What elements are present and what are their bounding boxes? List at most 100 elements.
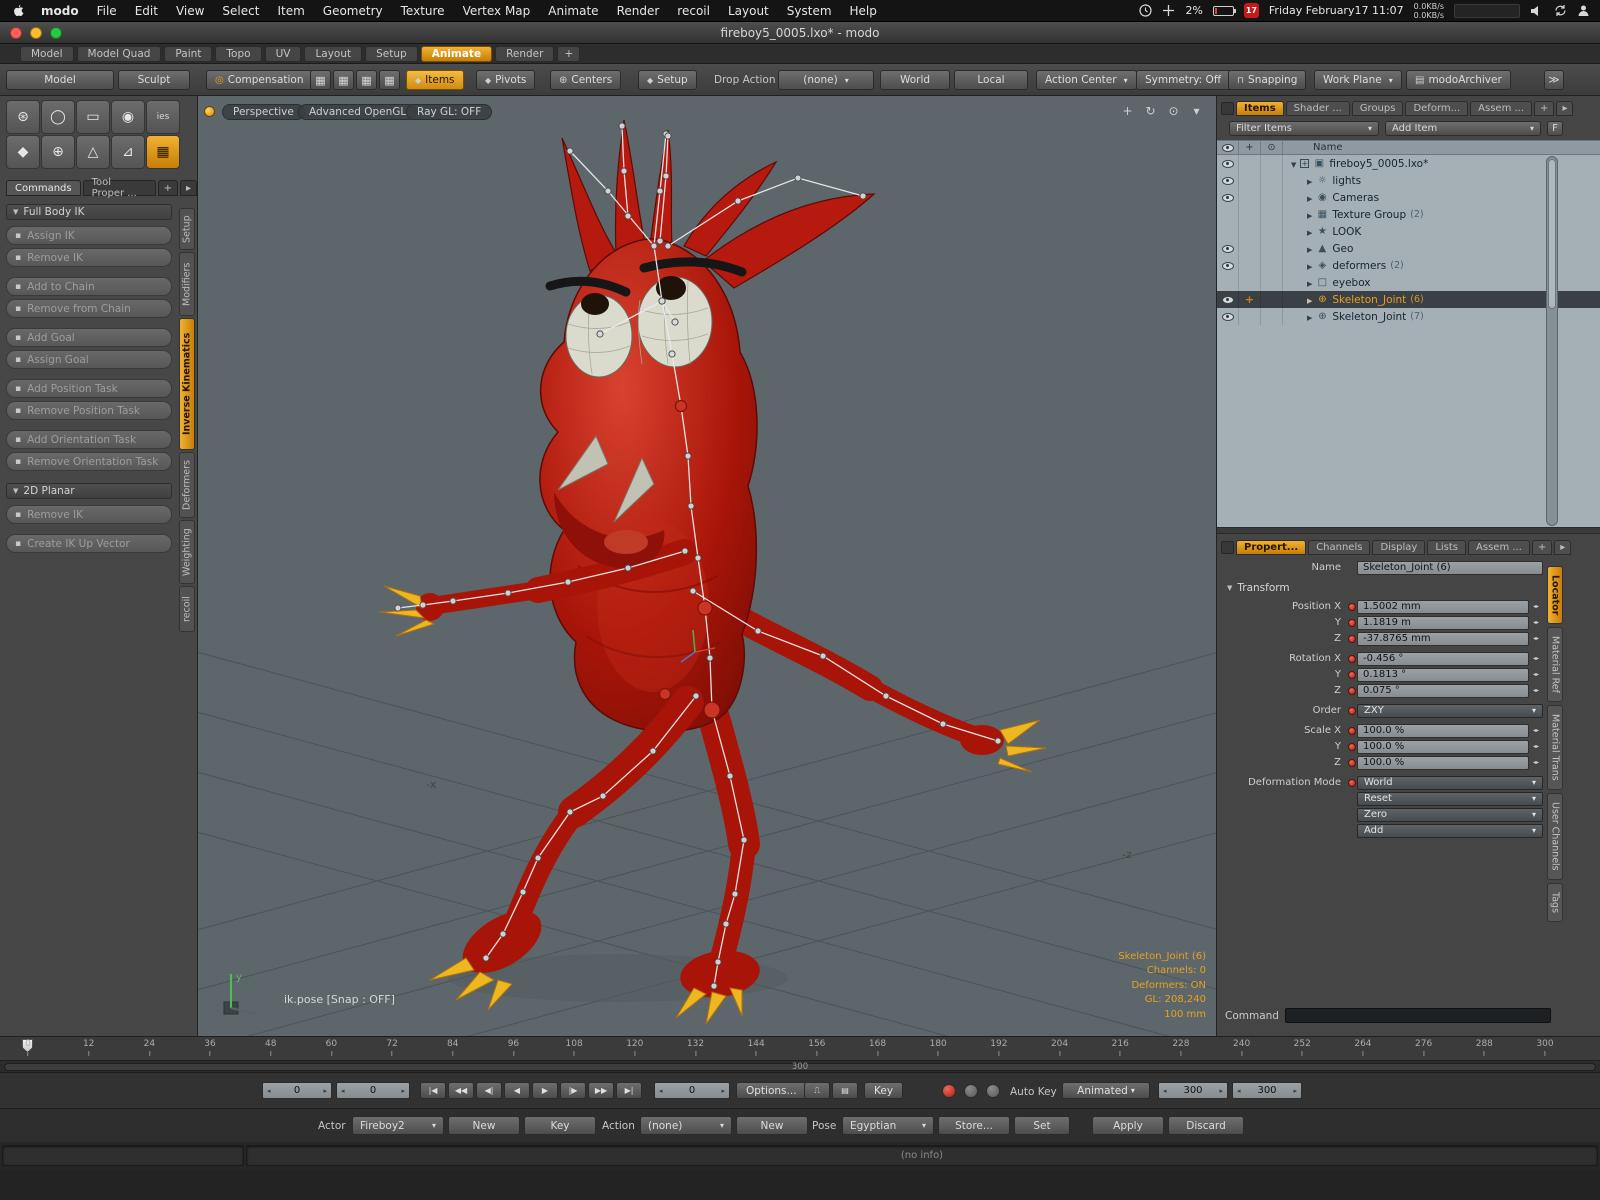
filter-button[interactable]: F [1547, 121, 1563, 136]
name-column-header[interactable]: Name [1283, 142, 1343, 153]
zero-dropdown[interactable]: Zero [1357, 807, 1543, 822]
remove-orientation-task-button[interactable]: Remove Orientation Task [6, 452, 172, 471]
cube-tool-icon[interactable] [310, 70, 331, 90]
item-row-look[interactable]: LOOK [1217, 223, 1600, 240]
setup-mode-button[interactable]: Setup [638, 70, 697, 90]
add-goal-button[interactable]: Add Goal [6, 328, 172, 347]
assign-goal-button[interactable]: Assign Goal [6, 350, 172, 369]
item-name-field[interactable]: Skeleton_Joint (6) [1357, 560, 1543, 575]
menu-animate[interactable]: Animate [539, 0, 607, 22]
scale-z-field[interactable]: 100.0 % [1357, 755, 1529, 770]
prev-frame-button[interactable]: ◀| [476, 1082, 502, 1099]
vtab-user-channels[interactable]: User Channels [1547, 793, 1563, 880]
tab-overflow-button[interactable]: ▸ [1556, 101, 1574, 116]
crosshair-icon[interactable] [1162, 4, 1175, 17]
channel-dot-icon[interactable] [1348, 654, 1356, 663]
command-input[interactable] [1284, 1008, 1551, 1023]
add-to-chain-button[interactable]: Add to Chain [6, 277, 172, 296]
tool-eraser-icon[interactable]: ▭ [76, 100, 110, 134]
transform-section-header[interactable]: Transform [1227, 580, 1577, 595]
options-button[interactable]: Options... [736, 1082, 807, 1099]
tab-channels[interactable]: Channels [1308, 540, 1371, 555]
store-pose-button[interactable]: Store... [938, 1116, 1010, 1135]
expander-icon[interactable] [1307, 294, 1312, 306]
work-plane-dropdown[interactable]: Work Plane [1314, 70, 1402, 90]
key-position-toggle-icon[interactable] [942, 1084, 956, 1098]
menu-recoil[interactable]: recoil [668, 0, 719, 22]
spinner-icon[interactable]: ◂▸ [1529, 740, 1543, 754]
tab-items[interactable]: Items [1236, 101, 1284, 116]
visibility-icon[interactable] [1221, 176, 1234, 185]
tool-gem-icon[interactable]: ◆ [6, 135, 40, 169]
tab-add-panel-button[interactable]: + [157, 180, 178, 196]
end-frame-field[interactable]: ◂ 300 ▸ [1158, 1082, 1228, 1099]
vtab-setup[interactable]: Setup [179, 208, 195, 250]
timeline-tick[interactable]: 300 [1536, 1039, 1554, 1056]
create-ik-up-vector-button[interactable]: Create IK Up Vector [6, 534, 172, 553]
timeline-ruler[interactable]: 0 12 24 36 48 60 72 84 96 108 120 132 144 156 168 180 19… [0, 1036, 1600, 1060]
filter-items-dropdown[interactable]: Filter Items [1229, 121, 1379, 136]
key-scale-toggle-icon[interactable] [986, 1084, 1000, 1098]
visibility-icon[interactable] [1221, 261, 1234, 270]
expander-icon[interactable] [1291, 158, 1296, 170]
minimize-button[interactable] [30, 27, 42, 39]
visibility-icon[interactable] [1221, 244, 1234, 253]
item-row-geo[interactable]: Geo [1217, 240, 1600, 257]
timeline-tick[interactable]: 192 [990, 1039, 1007, 1056]
world-button[interactable]: World [880, 70, 950, 90]
zoom-icon[interactable]: ⊙ [1166, 104, 1181, 118]
add-position-task-button[interactable]: Add Position Task [6, 379, 172, 398]
remove-from-chain-button[interactable]: Remove from Chain [6, 299, 172, 318]
tool-axis-icon[interactable]: ⊕ [41, 135, 75, 169]
next-key-button[interactable]: ▶▶ [588, 1082, 614, 1099]
timeline-tick[interactable]: 288 [1476, 1039, 1493, 1056]
add-dropdown[interactable]: Add [1357, 823, 1543, 838]
go-end-button[interactable]: ▶| [616, 1082, 642, 1099]
spinner-icon[interactable]: ◂▸ [1529, 600, 1543, 614]
timeline-tick[interactable]: 156 [808, 1039, 825, 1056]
spinner-icon[interactable]: ◂▸ [1529, 724, 1543, 738]
timeline-tick[interactable]: 0 [25, 1039, 31, 1056]
menu-vertex-map[interactable]: Vertex Map [454, 0, 540, 22]
battery-icon[interactable] [1212, 5, 1236, 16]
viewport-3d[interactable]: -x -z Perspective Advanced OpenGL Ray GL… [198, 96, 1216, 1036]
cube-tool-icon[interactable] [356, 70, 377, 90]
menu-app[interactable]: modo [32, 0, 88, 22]
menu-item[interactable]: Item [268, 0, 313, 22]
channel-dot-icon[interactable] [1348, 618, 1356, 627]
auto-key-dropdown[interactable]: Animated [1062, 1082, 1150, 1099]
vtab-material-trans[interactable]: Material Trans [1547, 705, 1563, 791]
expander-icon[interactable] [1307, 209, 1312, 221]
rotation-z-field[interactable]: 0.075 ° [1357, 683, 1529, 698]
cube-tool-icon[interactable] [333, 70, 354, 90]
key-actor-button[interactable]: Key [524, 1116, 596, 1135]
remove-ik-2d-button[interactable]: Remove IK [6, 505, 172, 524]
timeline-tick[interactable]: 24 [144, 1039, 155, 1056]
titlebar[interactable]: fireboy5_0005.lxo* - modo [0, 22, 1600, 44]
timeline-tick[interactable]: 60 [326, 1039, 337, 1056]
viewport-mode-icon[interactable] [204, 106, 215, 117]
zoom-button[interactable] [50, 27, 62, 39]
vtab-deformers[interactable]: Deformers [179, 452, 195, 518]
position-x-field[interactable]: 1.5002 mm [1357, 599, 1529, 614]
tab-properties[interactable]: Propert... [1236, 540, 1307, 555]
mid-frame-field[interactable]: ◂ 0 ▸ [654, 1082, 730, 1099]
perspective-button[interactable]: Perspective [222, 104, 305, 120]
remove-ik-button[interactable]: Remove IK [6, 248, 172, 267]
expander-icon[interactable] [1307, 260, 1312, 272]
item-row-cameras[interactable]: Cameras [1217, 189, 1600, 206]
action-dropdown[interactable]: (none) [640, 1116, 732, 1135]
timeline-tick[interactable]: 168 [869, 1039, 886, 1056]
expander-icon[interactable] [1307, 243, 1312, 255]
add-orientation-task-button[interactable]: Add Orientation Task [6, 430, 172, 449]
set-pose-button[interactable]: Set [1014, 1116, 1070, 1135]
timeline-tick[interactable]: 12 [83, 1039, 94, 1056]
panel-resize-handle[interactable] [1217, 527, 1600, 534]
current-frame-field[interactable]: ◂ 0 ▸ [336, 1082, 410, 1099]
vtab-weighting[interactable]: Weighting [179, 520, 195, 584]
tab-tool-properties[interactable]: Tool Proper ... [82, 177, 156, 199]
timeline-tick[interactable]: 228 [1172, 1039, 1190, 1056]
channel-dot-icon[interactable] [1348, 670, 1356, 679]
visibility-icon[interactable] [1221, 312, 1234, 321]
scene-end-field[interactable]: ◂ 300 ▸ [1232, 1082, 1302, 1099]
